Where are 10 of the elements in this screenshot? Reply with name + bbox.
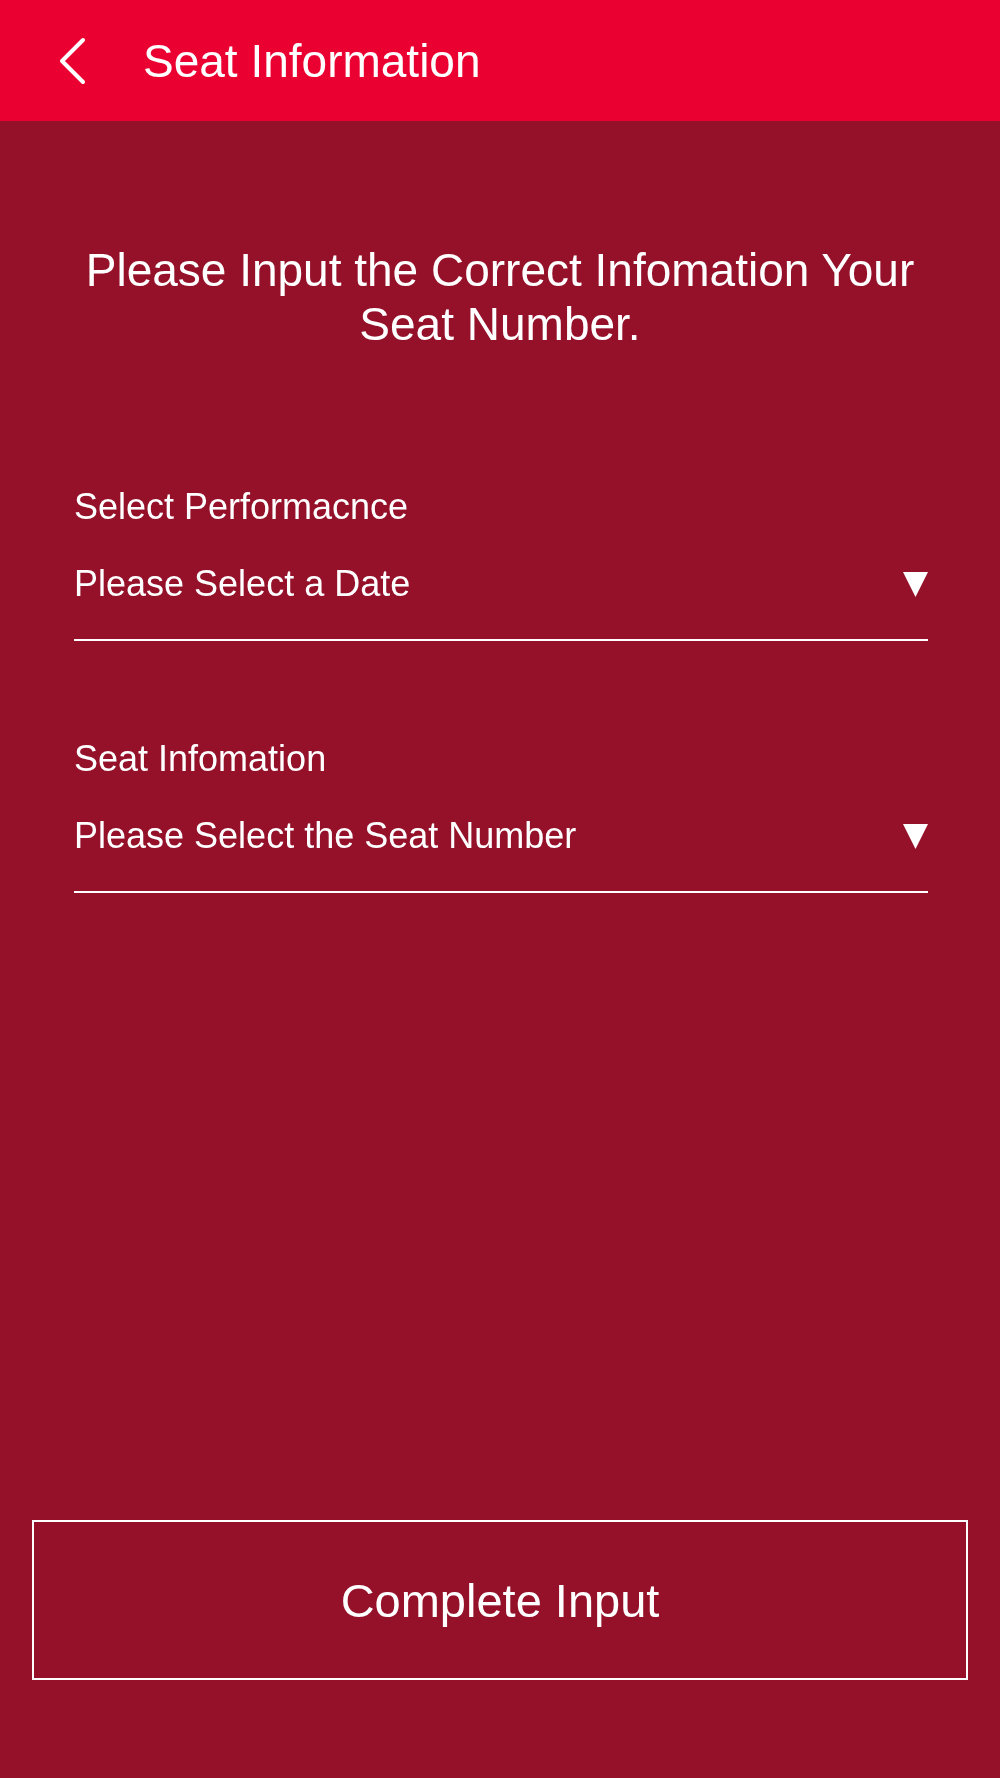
caret-icon [903,823,928,849]
field-label: Seat Infomation [74,737,328,781]
caret-icon [903,571,928,597]
dropdown-field[interactable]: Please Select a Date [74,562,928,641]
complete-input-button[interactable]: Complete Input [32,1520,968,1680]
screen-title: Seat Information [143,33,481,88]
field-label: Select Performacnce [74,485,410,529]
back-icon[interactable] [58,36,86,85]
instruction-text: Please Input the Correct Infomation Your Seat Number. [84,243,916,351]
dropdown-field[interactable]: Please Select the Seat Number [74,814,928,893]
